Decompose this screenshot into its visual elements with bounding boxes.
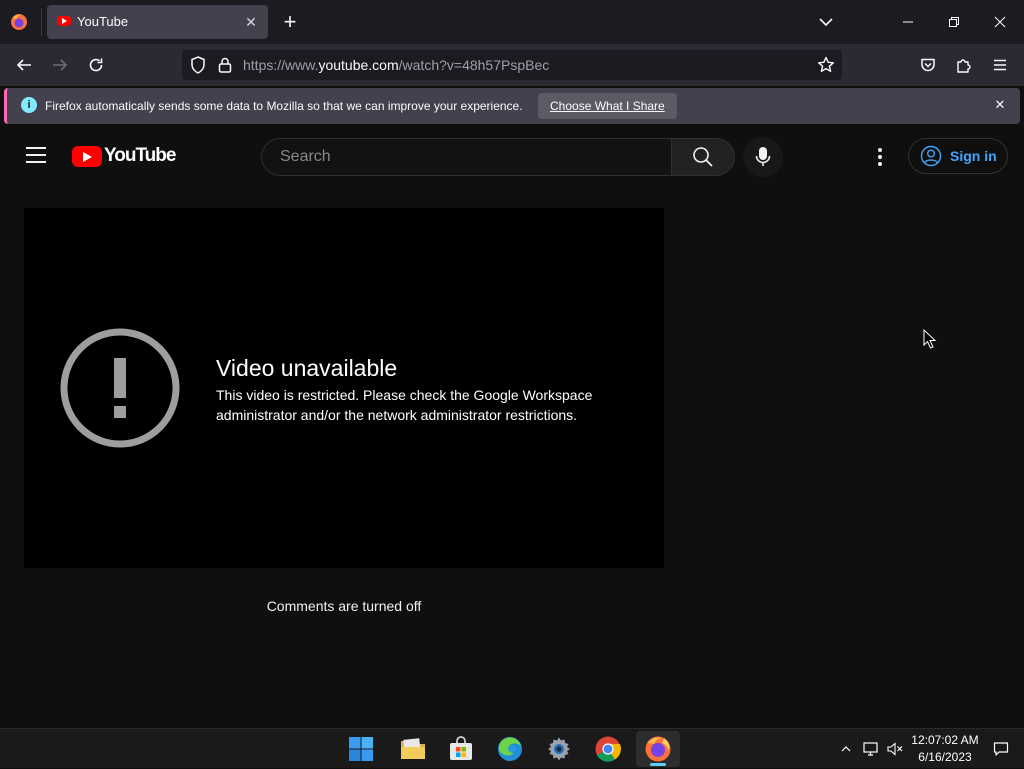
bookmark-star-icon[interactable] (816, 55, 836, 75)
error-title: Video unavailable (216, 355, 398, 381)
start-button[interactable] (339, 731, 383, 767)
edge-icon (498, 737, 522, 761)
search-button[interactable] (671, 138, 735, 176)
close-icon (994, 16, 1006, 28)
search-box (261, 138, 672, 176)
lock-icon[interactable] (216, 55, 234, 75)
restore-icon (949, 17, 959, 27)
mouse-cursor-icon (923, 328, 937, 349)
choose-what-i-share-button[interactable]: Choose What I Share (538, 93, 677, 119)
notification-icon (993, 742, 1009, 756)
taskbar-edge[interactable] (488, 731, 532, 767)
close-window-button[interactable] (978, 6, 1022, 38)
volume-tray-button[interactable] (884, 729, 906, 769)
info-icon: i (21, 97, 37, 113)
pocket-icon (921, 58, 935, 72)
reload-icon (89, 58, 103, 72)
sign-in-button[interactable]: Sign in (908, 138, 1008, 174)
network-tray-button[interactable] (860, 729, 882, 769)
taskbar-file-explorer[interactable] (391, 731, 435, 767)
data-collection-notification: i Firefox automatically sends some data … (4, 88, 1020, 124)
back-arrow-icon (16, 59, 31, 71)
alert-icon (60, 328, 180, 448)
account-circle-icon (920, 145, 942, 167)
start-icon (349, 737, 373, 761)
video-player[interactable]: Video unavailable This video is restrict… (24, 208, 664, 568)
notification-text: Firefox automatically sends some data to… (45, 99, 523, 113)
sign-in-label: Sign in (950, 148, 997, 164)
microsoft-store-icon (450, 736, 472, 760)
error-message: This video is restricted. Please check t… (216, 387, 593, 423)
tab-title: YouTube (77, 14, 129, 29)
address-bar[interactable]: https://www.youtube.com/watch?v=48h57Psp… (182, 50, 842, 80)
minimize-button[interactable] (886, 6, 930, 38)
windows-taskbar: 12:07:02 AM 6/16/2023 (0, 728, 1024, 768)
pocket-button[interactable] (915, 53, 941, 77)
network-icon (863, 742, 878, 756)
forward-arrow-icon (53, 59, 68, 71)
search-input[interactable] (278, 147, 658, 167)
restore-button[interactable] (932, 6, 976, 38)
chevron-down-icon (819, 18, 833, 27)
forward-button[interactable] (47, 53, 73, 77)
settings-icon (548, 737, 570, 761)
search-icon (693, 147, 713, 167)
youtube-favicon-icon (57, 16, 71, 26)
chevron-up-icon (841, 746, 851, 752)
new-tab-button[interactable]: + (279, 11, 301, 33)
notification-center-button[interactable] (990, 729, 1012, 769)
logo-text: YouTube (104, 145, 176, 166)
taskbar-microsoft-store[interactable] (439, 731, 483, 767)
clock-date: 6/16/2023 (918, 750, 972, 764)
show-hidden-icons-button[interactable] (836, 729, 856, 769)
youtube-logo[interactable]: YouTube (72, 145, 176, 167)
youtube-masthead: YouTube Sign in (0, 126, 1024, 186)
taskbar-firefox[interactable] (636, 731, 680, 767)
volume-muted-icon (887, 742, 903, 756)
url-host: youtube.com (318, 57, 399, 73)
taskbar-settings[interactable] (537, 731, 581, 767)
taskbar-clock[interactable]: 12:07:02 AM 6/16/2023 (906, 732, 984, 766)
file-explorer-icon (401, 738, 425, 759)
hamburger-menu-icon (994, 59, 1006, 71)
voice-search-button[interactable] (743, 137, 783, 177)
firefox-icon (645, 736, 671, 762)
close-notification-icon[interactable]: ✕ (992, 97, 1008, 113)
navigation-toolbar: https://www.youtube.com/watch?v=48h57Psp… (0, 44, 1024, 86)
minimize-icon (903, 21, 913, 23)
clock-time: 12:07:02 AM (911, 733, 979, 747)
tab-separator (41, 8, 42, 36)
microphone-icon (755, 147, 771, 166)
chrome-icon (595, 736, 621, 762)
app-menu-button[interactable] (987, 53, 1013, 77)
list-all-tabs-button[interactable] (815, 11, 837, 33)
tracking-protection-shield-icon[interactable] (188, 55, 208, 75)
firefox-view-icon[interactable] (8, 11, 30, 33)
reload-button[interactable] (83, 53, 109, 77)
comments-status: Comments are turned off (266, 598, 422, 614)
url-path: /watch?v=48h57PspBec (398, 57, 550, 73)
url-text[interactable]: https://www.youtube.com/watch?v=48h57Psp… (243, 57, 549, 73)
extensions-button[interactable] (951, 53, 977, 77)
guide-menu-icon[interactable] (26, 147, 46, 163)
tab-strip: YouTube ✕ + (0, 0, 1024, 44)
puzzle-icon (957, 59, 971, 73)
settings-more-icon[interactable] (868, 145, 892, 169)
close-tab-icon[interactable]: ✕ (242, 13, 260, 31)
back-button[interactable] (11, 53, 37, 77)
tab-youtube[interactable]: YouTube ✕ (47, 5, 268, 39)
taskbar-chrome[interactable] (586, 731, 630, 767)
youtube-play-logo-icon (72, 145, 102, 167)
url-prefix: https://www. (243, 57, 319, 73)
